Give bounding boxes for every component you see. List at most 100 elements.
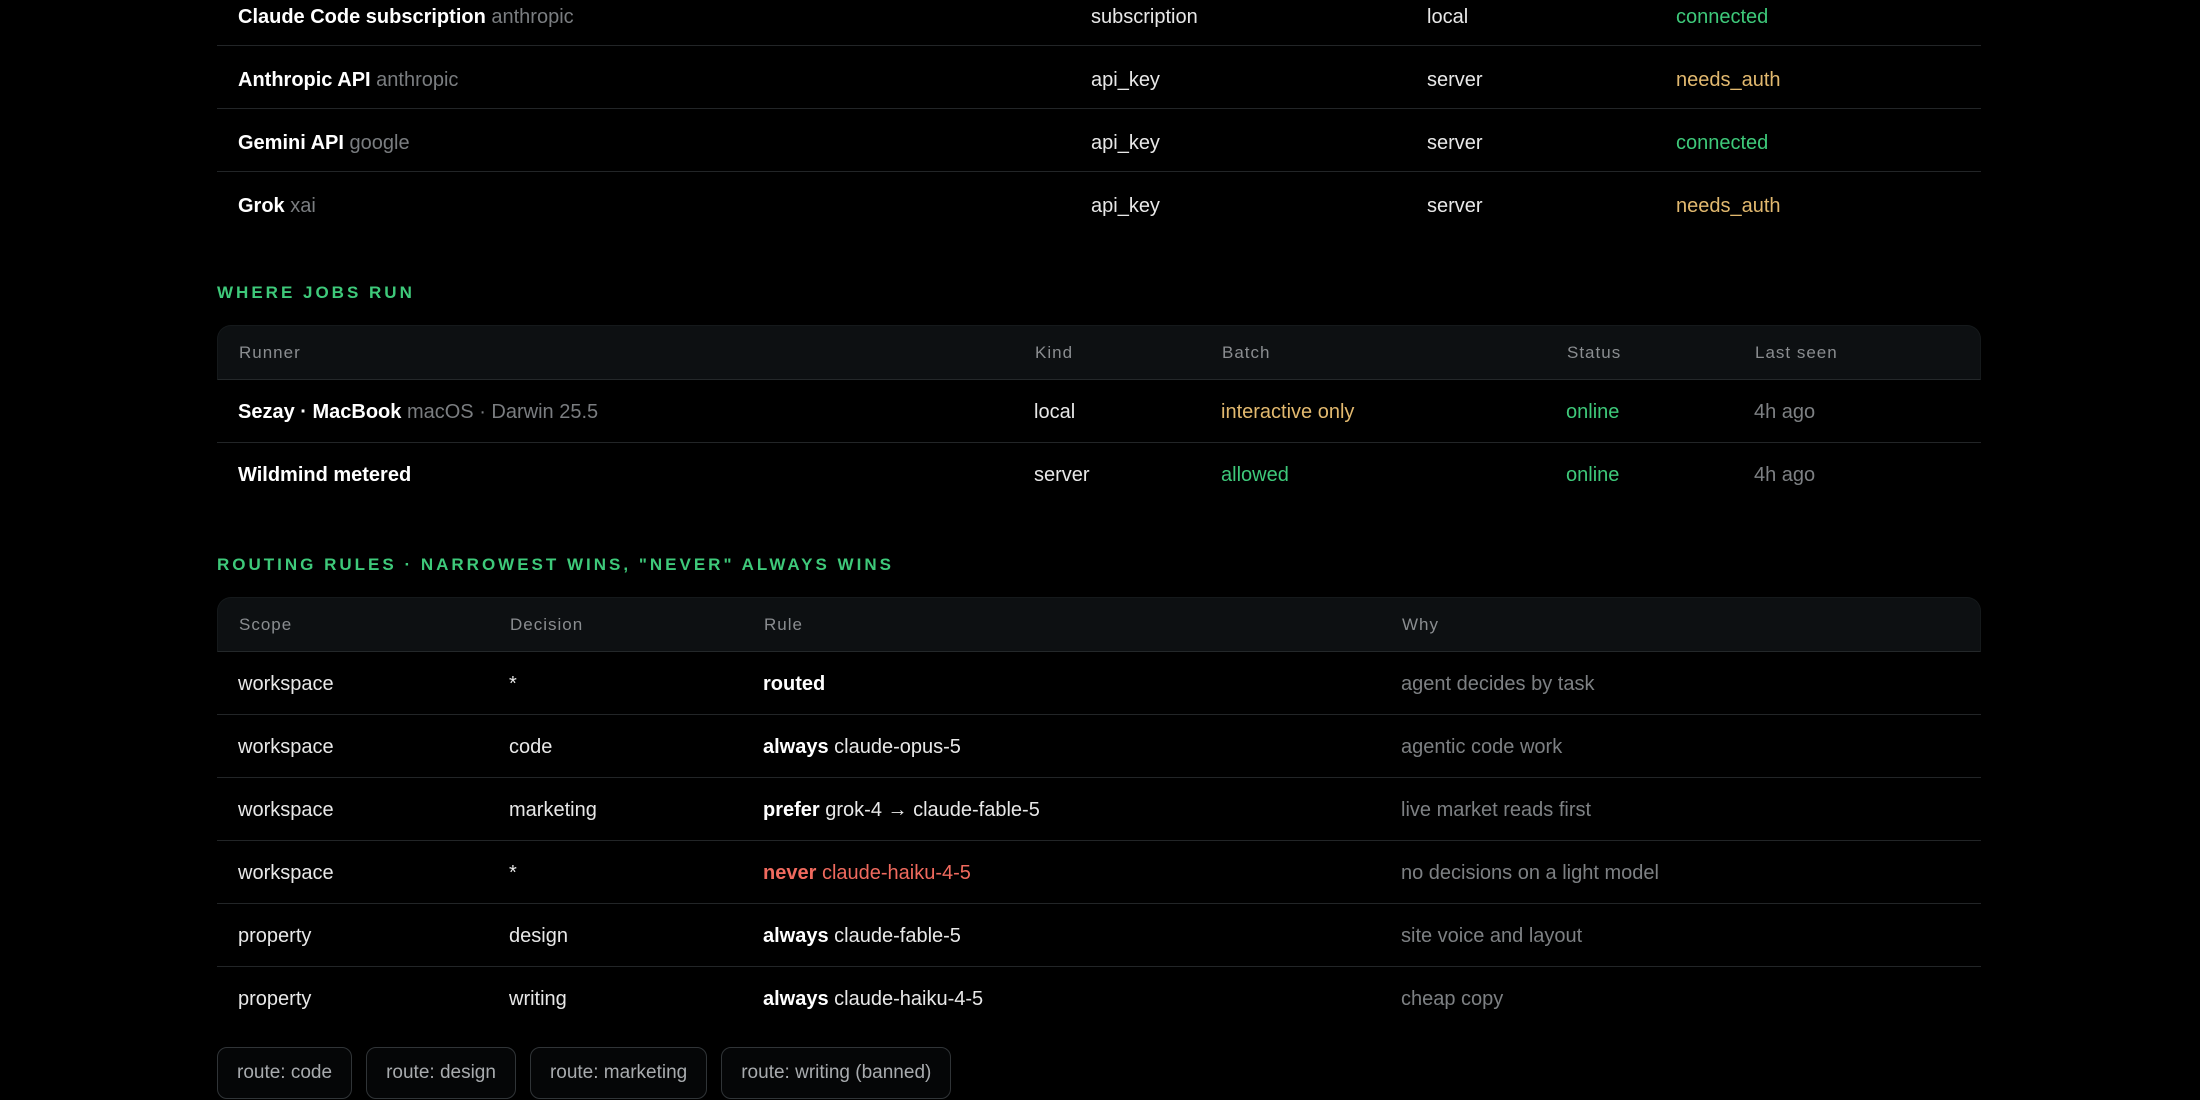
rule-why: agentic code work (1401, 736, 1563, 758)
column-header-kind[interactable]: Kind (1035, 343, 1073, 363)
rule-cell: prefer grok-4 → claude-fable-5 (763, 798, 1040, 822)
rule-why: no decisions on a light model (1401, 862, 1659, 884)
rule-target: claude-haiku-4-5 (834, 988, 984, 1010)
rule-row[interactable]: property writing always claude-haiku-4-5… (217, 967, 1981, 1030)
route-chips: route: code route: design route: marketi… (217, 1047, 952, 1099)
runner-name: Wildmind metered (238, 464, 412, 486)
runner-last-seen: 4h ago (1754, 401, 1816, 423)
provider-name-cell: Claude Code subscription anthropic (238, 5, 574, 29)
column-header-batch[interactable]: Batch (1222, 343, 1270, 363)
rule-decision: code (509, 736, 553, 758)
rule-row[interactable]: workspace code always claude-opus-5 agen… (217, 715, 1981, 778)
providers-table: Claude Code subscription anthropic subsc… (217, 0, 1981, 235)
runner-name-cell: Wildmind metered (238, 463, 411, 487)
rule-decision: writing (509, 988, 567, 1010)
column-header-why[interactable]: Why (1402, 615, 1439, 635)
rule-scope: workspace (238, 673, 334, 695)
provider-name: Grok (238, 195, 285, 217)
rule-verb: always (763, 988, 829, 1010)
provider-row[interactable]: Grok xai api_key server needs_auth (217, 172, 1981, 235)
route-chip-code[interactable]: route: code (217, 1047, 353, 1099)
provider-location: local (1427, 6, 1469, 28)
provider-name: Claude Code subscription (238, 6, 486, 28)
provider-name: Gemini API (238, 132, 344, 154)
provider-location: server (1427, 69, 1483, 91)
runner-detail: macOS · Darwin 25.5 (406, 401, 599, 423)
provider-auth: api_key (1091, 69, 1160, 91)
rule-row[interactable]: workspace marketing prefer grok-4 → clau… (217, 778, 1981, 841)
rule-decision: marketing (509, 799, 597, 821)
provider-name-cell: Grok xai (238, 194, 316, 218)
runners-section-title: WHERE JOBS RUN (217, 283, 415, 302)
rule-verb: always (763, 736, 829, 758)
runners-table-header: Runner Kind Batch Status Last seen (217, 325, 1981, 380)
column-header-status[interactable]: Status (1567, 343, 1621, 363)
rule-target: grok-4 → claude-fable-5 (825, 799, 1040, 821)
rule-cell: always claude-opus-5 (763, 735, 961, 759)
runner-last-seen: 4h ago (1754, 464, 1816, 486)
rule-decision: * (509, 673, 517, 695)
rule-why: live market reads first (1401, 799, 1592, 821)
provider-status: needs_auth (1676, 69, 1781, 91)
runner-status: online (1566, 401, 1620, 423)
runner-row[interactable]: Sezay · MacBook macOS · Darwin 25.5 loca… (217, 380, 1981, 443)
rule-decision: design (509, 925, 568, 947)
rule-target: claude-fable-5 (834, 925, 961, 947)
runner-kind: local (1034, 401, 1076, 423)
provider-row[interactable]: Gemini API google api_key server connect… (217, 109, 1981, 172)
rule-why: cheap copy (1401, 988, 1504, 1010)
provider-row[interactable]: Anthropic API anthropic api_key server n… (217, 46, 1981, 109)
provider-auth: api_key (1091, 132, 1160, 154)
rule-why: agent decides by task (1401, 673, 1595, 695)
rule-decision: * (509, 862, 517, 884)
rule-cell: always claude-fable-5 (763, 924, 961, 948)
rules-table: Scope Decision Rule Why workspace * rout… (217, 597, 1981, 1030)
runner-name: Sezay · MacBook (238, 401, 402, 423)
rule-row[interactable]: workspace * never claude-haiku-4-5 no de… (217, 841, 1981, 904)
rules-section-title: ROUTING RULES · NARROWEST WINS, "NEVER" … (217, 555, 894, 574)
rule-verb: always (763, 925, 829, 947)
provider-name: Anthropic API (238, 69, 371, 91)
provider-status: connected (1676, 132, 1769, 154)
rule-verb: prefer (763, 799, 820, 821)
runner-batch: interactive only (1221, 401, 1355, 423)
provider-name-cell: Gemini API google (238, 131, 410, 155)
provider-vendor: anthropic (491, 6, 574, 28)
provider-location: server (1427, 195, 1483, 217)
provider-vendor: anthropic (376, 69, 459, 91)
runner-kind: server (1034, 464, 1090, 486)
provider-status: connected (1676, 6, 1769, 28)
runner-name-cell: Sezay · MacBook macOS · Darwin 25.5 (238, 400, 598, 424)
rule-target: claude-haiku-4-5 (821, 862, 971, 884)
column-header-rule[interactable]: Rule (764, 615, 803, 635)
runner-status: online (1566, 464, 1620, 486)
provider-vendor: google (349, 132, 410, 154)
column-header-runner[interactable]: Runner (239, 343, 301, 363)
column-header-scope[interactable]: Scope (239, 615, 292, 635)
rule-scope: property (238, 925, 312, 947)
rule-cell: never claude-haiku-4-5 (763, 861, 971, 885)
provider-vendor: xai (290, 195, 316, 217)
rule-scope: workspace (238, 799, 334, 821)
rule-verb: never (763, 862, 817, 884)
provider-status: needs_auth (1676, 195, 1781, 217)
rule-why: site voice and layout (1401, 925, 1583, 947)
runner-row[interactable]: Wildmind metered server allowed online 4… (217, 443, 1981, 506)
rule-target: claude-opus-5 (834, 736, 961, 758)
route-chip-writing-banned[interactable]: route: writing (banned) (721, 1047, 952, 1099)
rule-scope: property (238, 988, 312, 1010)
column-header-last-seen[interactable]: Last seen (1755, 343, 1838, 363)
provider-auth: api_key (1091, 195, 1160, 217)
column-header-decision[interactable]: Decision (510, 615, 583, 635)
provider-location: server (1427, 132, 1483, 154)
provider-row[interactable]: Claude Code subscription anthropic subsc… (217, 0, 1981, 46)
rule-row[interactable]: property design always claude-fable-5 si… (217, 904, 1981, 967)
route-chip-marketing[interactable]: route: marketing (529, 1047, 708, 1099)
rule-scope: workspace (238, 862, 334, 884)
route-chip-design[interactable]: route: design (366, 1047, 516, 1099)
rule-row[interactable]: workspace * routed agent decides by task (217, 652, 1981, 715)
rule-cell: routed (763, 672, 825, 696)
rule-verb: routed (763, 673, 826, 695)
rules-table-header: Scope Decision Rule Why (217, 597, 1981, 652)
rule-cell: always claude-haiku-4-5 (763, 987, 983, 1011)
